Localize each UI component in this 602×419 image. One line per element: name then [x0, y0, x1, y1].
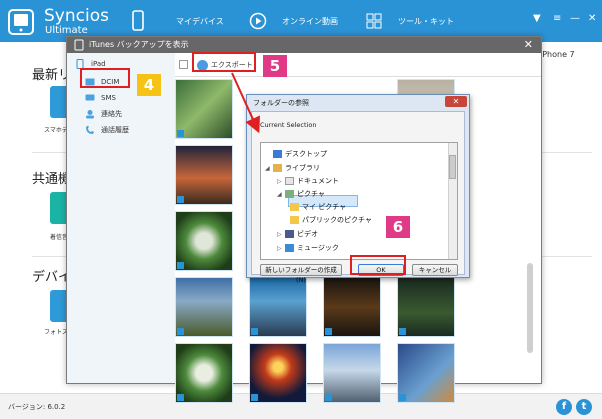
arrow-overlay [231, 72, 260, 134]
arrow-icon [231, 72, 260, 134]
